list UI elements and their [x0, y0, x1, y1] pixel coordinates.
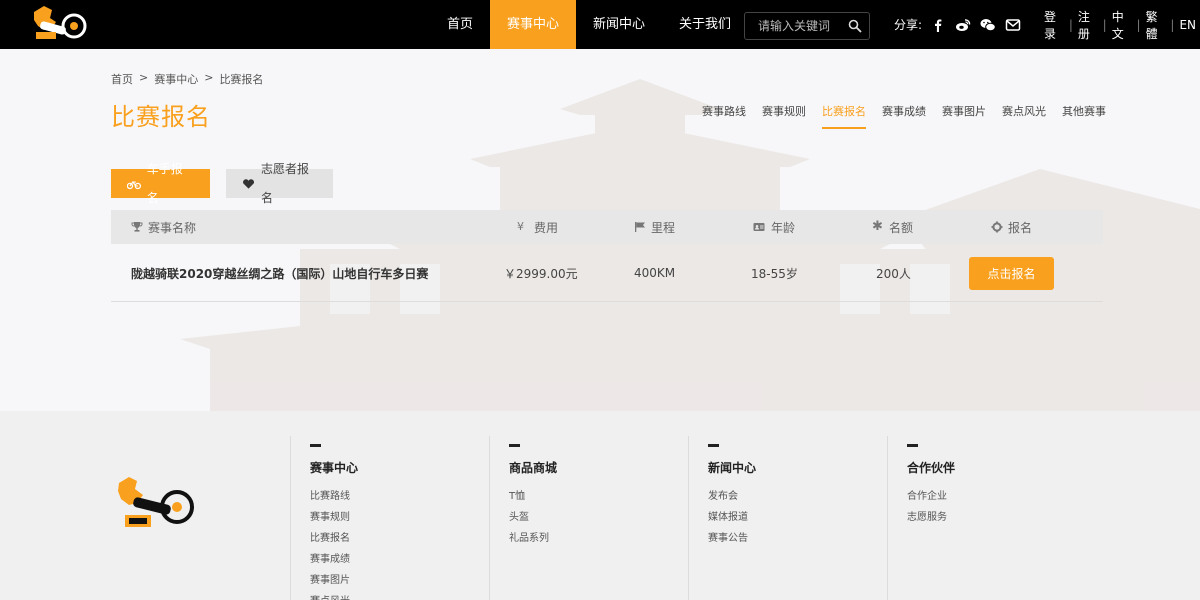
footer-logo[interactable] — [113, 473, 197, 535]
share-label: 分享: — [894, 18, 923, 32]
breadcrumb-home[interactable]: 首页 — [111, 71, 133, 87]
signup-button[interactable]: 点击报名 — [969, 257, 1054, 290]
subnav-results[interactable]: 赛事成绩 — [882, 103, 926, 129]
tab-label: 志愿者报名 — [261, 161, 310, 205]
footer: 赛事中心 比赛路线 赛事规则 比赛报名 赛事成绩 赛事图片 赛点风光 商品商城 … — [0, 411, 1200, 600]
footer-link[interactable]: 发布会 — [708, 487, 756, 502]
gear-icon — [991, 221, 1003, 233]
tab-rider-registration[interactable]: 车手报名 — [111, 162, 210, 205]
footer-link[interactable]: 赛事图片 — [310, 571, 358, 586]
footer-column-events: 赛事中心 比赛路线 赛事规则 比赛报名 赛事成绩 赛事图片 赛点风光 — [290, 436, 358, 600]
footer-link[interactable]: 头盔 — [509, 508, 557, 523]
breadcrumb-separator: > — [204, 71, 214, 84]
lang-zh-link[interactable]: 中文 — [1108, 8, 1136, 42]
heart-icon — [243, 178, 255, 189]
tab-volunteer-registration[interactable]: 志愿者报名 — [226, 162, 333, 205]
registration-tabs: 车手报名 志愿者报名 — [111, 162, 333, 205]
divider — [310, 444, 321, 447]
footer-column-shop: 商品商城 T恤 头盔 礼品系列 — [489, 436, 557, 600]
column-header-fee: ¥ 费用 — [517, 210, 558, 244]
subnav-registration[interactable]: 比赛报名 — [822, 103, 866, 129]
login-link[interactable]: 登录 — [1040, 8, 1068, 42]
column-header-label: 赛事名称 — [148, 220, 197, 235]
nav-about[interactable]: 关于我们 — [662, 0, 748, 49]
footer-link[interactable]: 合作企业 — [907, 487, 955, 502]
table-row: 陇越骑联2020穿越丝绸之路（国际）山地自行车多日赛 ￥2999.00元 400… — [111, 244, 1103, 302]
footer-link[interactable]: T恤 — [509, 487, 557, 502]
table-header: 赛事名称 ¥ 费用 里程 年龄 ✱ 名额 报名 — [111, 210, 1103, 244]
column-header-label: 费用 — [534, 220, 559, 235]
asterisk-icon: ✱ — [872, 219, 883, 234]
footer-column-title: 赛事中心 — [310, 461, 359, 475]
subnav-photos[interactable]: 赛事图片 — [942, 103, 986, 129]
main-nav: 首页 赛事中心 新闻中心 关于我们 — [430, 0, 748, 49]
event-quota: 200人 — [876, 266, 911, 281]
top-navbar: 首页 赛事中心 新闻中心 关于我们 分享: — [0, 0, 1200, 49]
wechat-icon[interactable] — [980, 17, 996, 33]
facebook-icon[interactable] — [930, 17, 946, 33]
search-icon[interactable] — [848, 19, 862, 33]
footer-link[interactable]: 礼品系列 — [509, 529, 557, 544]
page-title: 比赛报名 — [111, 103, 211, 131]
column-header-label: 里程 — [651, 220, 676, 235]
column-header-label: 报名 — [1008, 220, 1033, 235]
footer-link[interactable]: 媒体报道 — [708, 508, 756, 523]
breadcrumb-separator: > — [139, 71, 149, 84]
breadcrumb-current: 比赛报名 — [219, 73, 264, 86]
flag-icon — [635, 222, 645, 232]
yen-icon: ¥ — [517, 220, 524, 233]
weibo-icon[interactable] — [955, 17, 971, 33]
column-header-age: 年龄 — [752, 210, 795, 244]
divider — [907, 444, 918, 447]
events-table: 赛事名称 ¥ 费用 里程 年龄 ✱ 名额 报名 陇越骑联2020穿越丝绸之路（国… — [111, 210, 1103, 302]
footer-link[interactable]: 志愿服务 — [907, 508, 955, 523]
footer-link[interactable]: 赛事公告 — [708, 529, 756, 544]
subnav-route[interactable]: 赛事路线 — [702, 103, 746, 129]
footer-column-title: 合作伙伴 — [907, 461, 956, 475]
footer-link[interactable]: 赛事规则 — [310, 508, 358, 523]
footer-link[interactable]: 赛事成绩 — [310, 550, 358, 565]
sub-navigation: 赛事路线 赛事规则 比赛报名 赛事成绩 赛事图片 赛点风光 其他赛事 — [702, 103, 1106, 129]
lang-en-link[interactable]: EN — [1175, 18, 1200, 32]
id-card-icon — [753, 223, 765, 231]
tab-label: 车手报名 — [146, 161, 183, 205]
site-logo[interactable] — [30, 4, 88, 44]
column-header-name: 赛事名称 — [131, 210, 196, 244]
bicycle-icon — [127, 180, 141, 189]
column-header-quota: ✱ 名额 — [872, 210, 913, 244]
divider — [708, 444, 719, 447]
divider — [509, 444, 520, 447]
column-header-label: 名额 — [889, 220, 914, 235]
event-fee: ￥2999.00元 — [504, 266, 578, 281]
footer-column-news: 新闻中心 发布会 媒体报道 赛事公告 — [688, 436, 756, 600]
search-input[interactable] — [745, 13, 845, 39]
footer-link[interactable]: 赛点风光 — [310, 592, 358, 600]
account-links: 登录 | 注册 | 中文 | 繁體 | EN — [1040, 0, 1200, 49]
lang-tw-link[interactable]: 繁體 — [1142, 8, 1170, 42]
footer-column-title: 新闻中心 — [708, 461, 757, 475]
search-box — [744, 12, 870, 40]
trophy-icon — [131, 222, 143, 232]
breadcrumb: 首页 > 赛事中心 > 比赛报名 — [111, 71, 263, 87]
footer-link[interactable]: 比赛路线 — [310, 487, 358, 502]
register-link[interactable]: 注册 — [1074, 8, 1102, 42]
footer-column-partners: 合作伙伴 合作企业 志愿服务 — [887, 436, 955, 600]
event-name[interactable]: 陇越骑联2020穿越丝绸之路（国际）山地自行车多日赛 — [131, 244, 428, 302]
nav-home[interactable]: 首页 — [430, 0, 490, 49]
event-age: 18-55岁 — [751, 266, 798, 281]
column-header-signup: 报名 — [991, 210, 1032, 244]
subnav-scenery[interactable]: 赛点风光 — [1002, 103, 1046, 129]
subnav-rules[interactable]: 赛事规则 — [762, 103, 806, 129]
email-icon[interactable] — [1005, 17, 1021, 33]
nav-news[interactable]: 新闻中心 — [576, 0, 662, 49]
share-bar: 分享: — [894, 0, 1030, 49]
column-header-label: 年龄 — [771, 220, 796, 235]
footer-link[interactable]: 比赛报名 — [310, 529, 358, 544]
event-distance: 400KM — [634, 266, 676, 280]
column-header-distance: 里程 — [634, 210, 675, 244]
footer-column-title: 商品商城 — [509, 461, 558, 475]
subnav-other-events[interactable]: 其他赛事 — [1062, 103, 1106, 129]
nav-events[interactable]: 赛事中心 — [490, 0, 577, 49]
breadcrumb-events[interactable]: 赛事中心 — [154, 71, 198, 87]
